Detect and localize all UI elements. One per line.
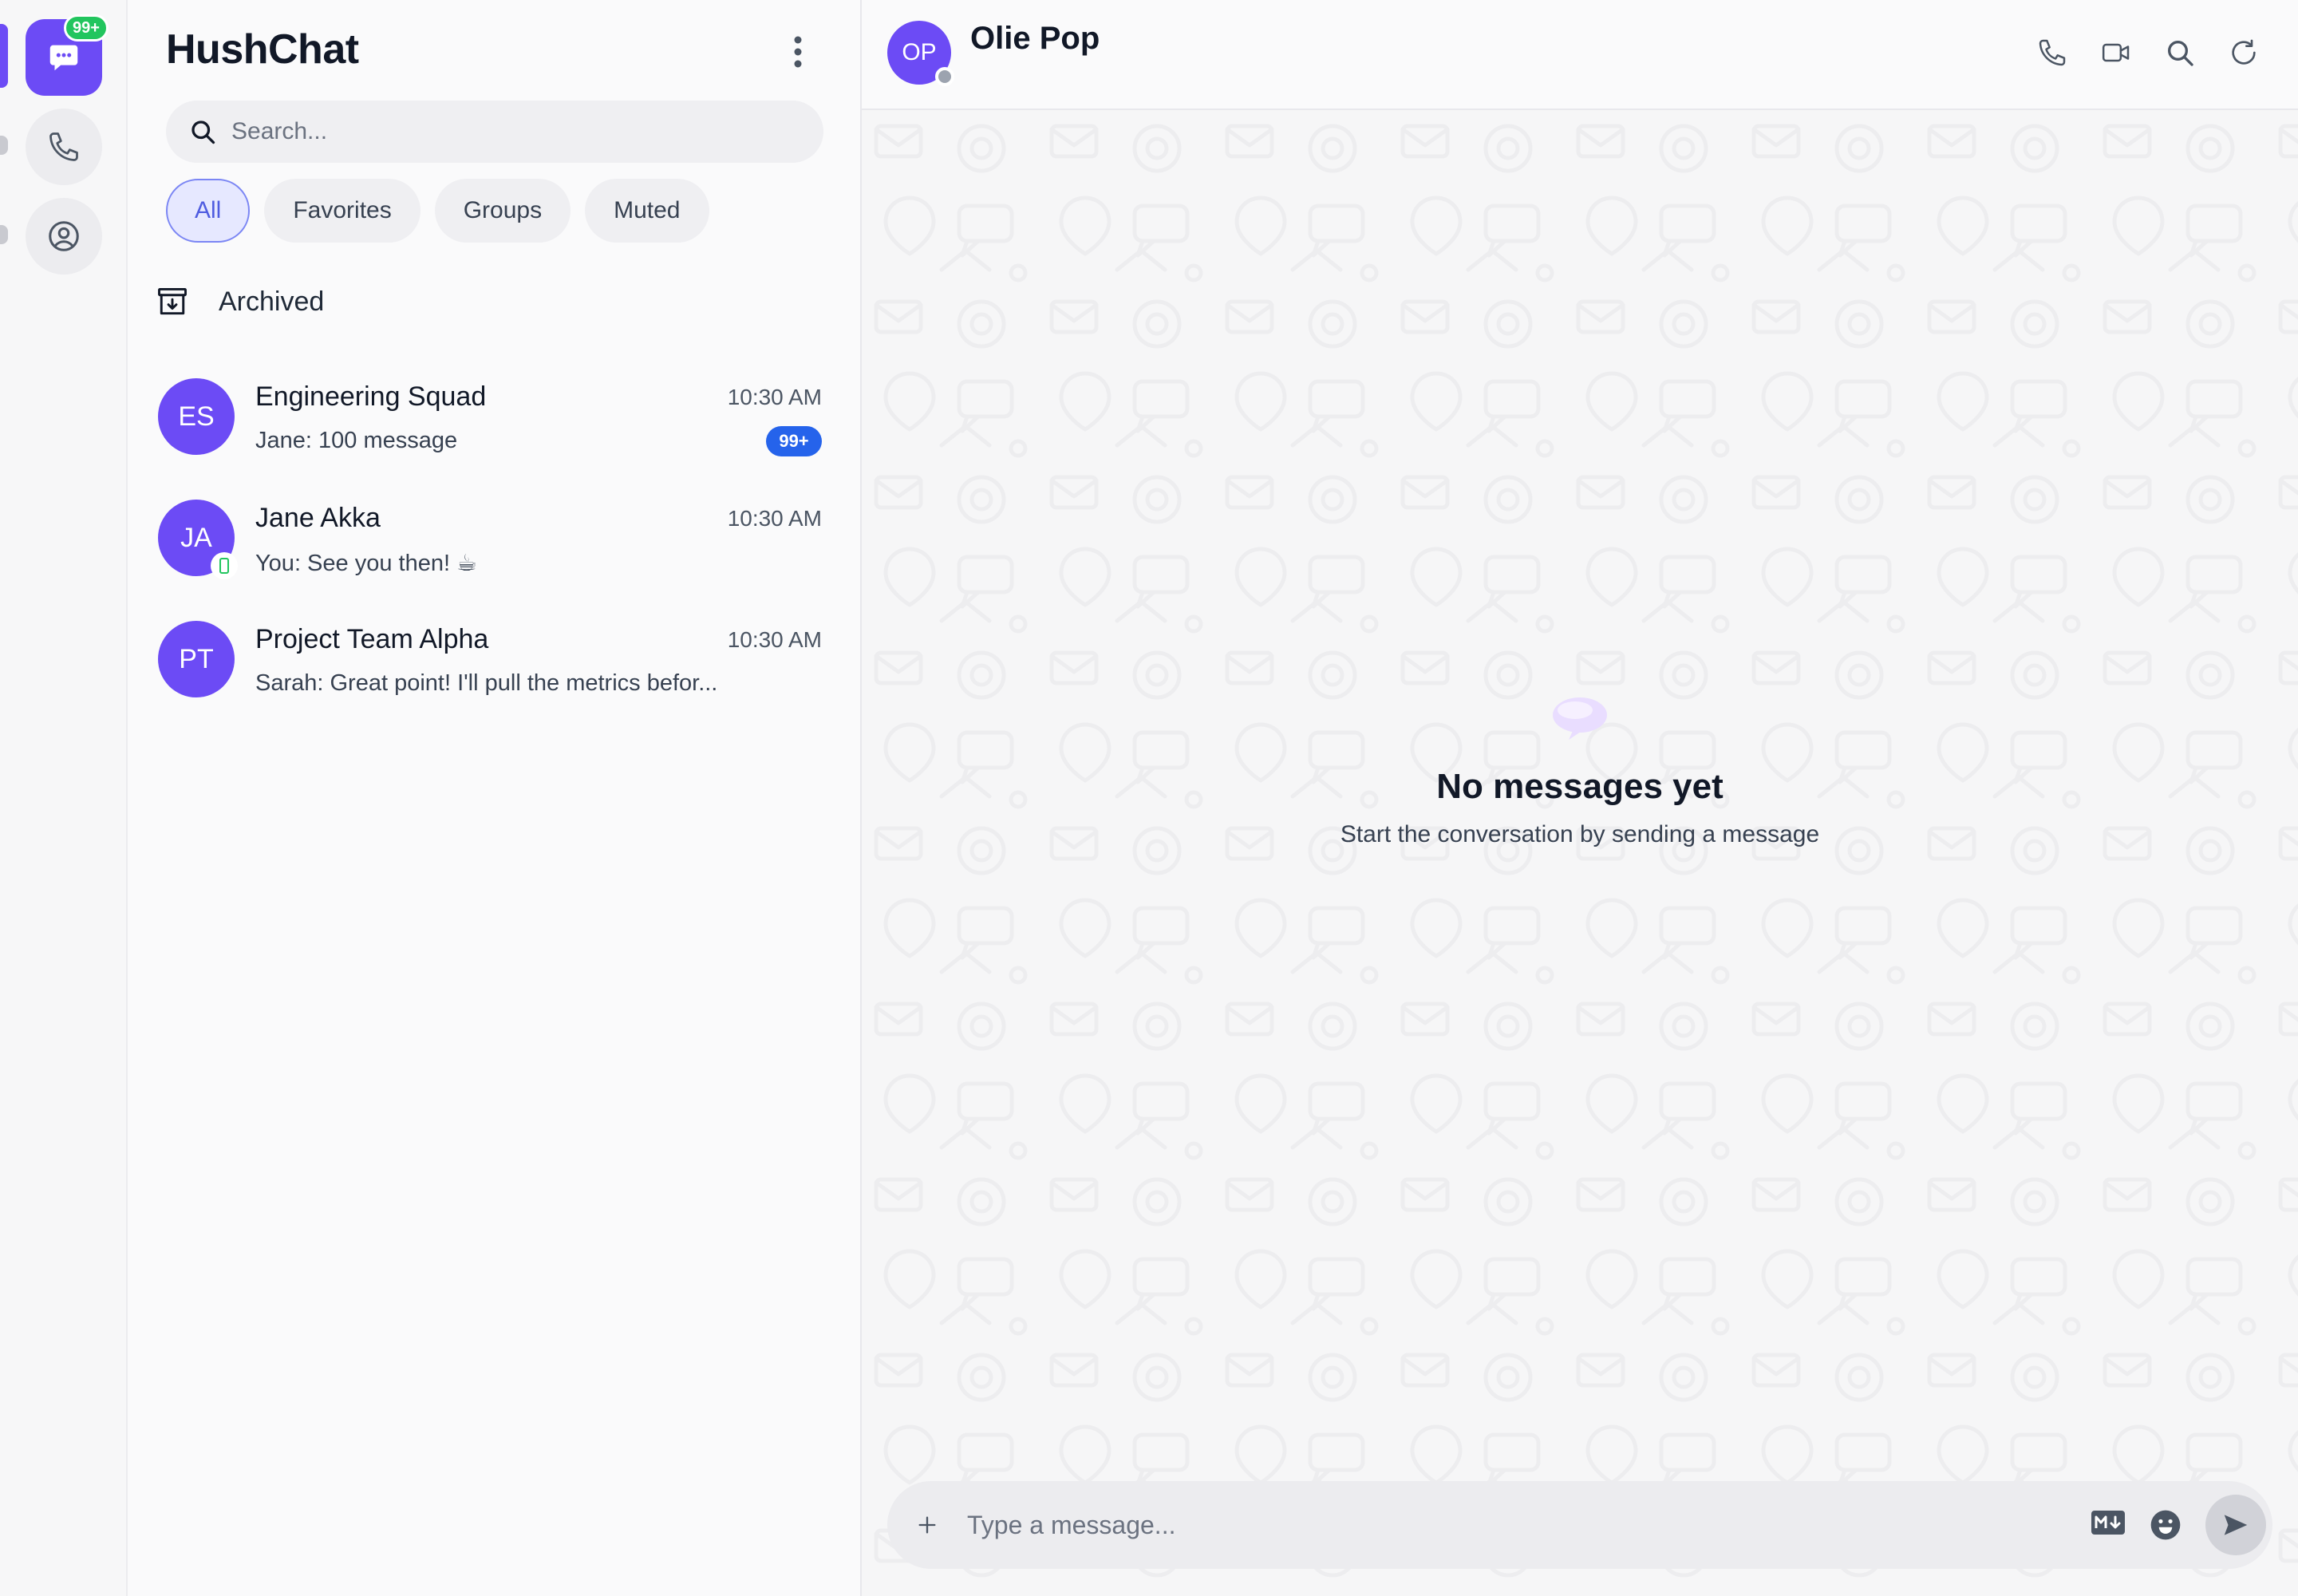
online-status-indicator [211,552,238,579]
mobile-device-icon [219,558,229,574]
empty-state: No messages yet Start the conversation b… [862,694,2298,848]
rail-calls-button[interactable] [26,109,102,185]
speech-bubble-icon [1553,697,1607,740]
conversation-preview: Jane: 100 message [255,428,458,453]
refresh-icon [2232,39,2256,65]
search-icon [192,120,215,144]
conversation-time: 10:30 AM [727,506,822,531]
search-bar [166,101,823,163]
conversation-name: Project Team Alpha [255,624,489,654]
attach-button[interactable] [908,1506,946,1544]
message-composer [887,1481,2272,1569]
search-messages-button[interactable] [2164,37,2196,69]
conversation-preview: Sarah: Great point! I'll pull the metric… [255,670,718,696]
avatar: ES [158,378,235,455]
filter-chip-muted[interactable]: Muted [585,179,709,243]
filter-chip-all[interactable]: All [166,179,251,243]
active-indicator [0,24,8,88]
doodle-background [862,110,2298,1596]
filter-chips: All Favorites Groups Muted [166,179,709,243]
conversation-item[interactable]: PT Project Team Alpha 10:30 AM Sarah: Gr… [128,608,862,728]
filter-chip-favorites[interactable]: Favorites [264,179,421,243]
chat-pane: OP Olie Pop No messages yet Start the co… [862,0,2298,1596]
send-icon [2224,1515,2248,1535]
header-actions [2036,37,2260,69]
empty-state-subtitle: Start the conversation by sending a mess… [1340,821,1820,847]
emoji-icon [2150,1510,2181,1540]
markdown-toggle-button[interactable] [2091,1510,2126,1539]
conversation-name: Jane Akka [255,503,381,533]
markdown-icon [2091,1511,2125,1535]
rail-profile-button[interactable] [26,198,102,275]
search-icon [2168,41,2193,66]
conversation-name: Engineering Squad [255,381,487,412]
conversation-item[interactable]: ES Engineering Squad 10:30 AM Jane: 100 … [128,365,862,485]
archived-row[interactable]: Archived [155,284,324,319]
rail-indicator [0,136,8,155]
conversation-item[interactable]: JA Jane Akka 10:30 AM You: See you then!… [128,487,862,606]
video-icon [2102,43,2130,62]
chat-list-panel: HushChat All Favorites Groups Muted Arch… [128,0,862,1596]
voice-call-button[interactable] [2036,37,2068,69]
app-title: HushChat [166,26,359,73]
video-call-button[interactable] [2100,37,2132,69]
emoji-button[interactable] [2148,1507,2183,1547]
refresh-button[interactable] [2228,37,2260,69]
presence-indicator [935,67,954,86]
empty-state-title: No messages yet [1436,767,1724,806]
kebab-menu-icon [794,36,802,68]
filter-chip-groups[interactable]: Groups [434,179,571,243]
search-input[interactable] [231,118,790,145]
archive-icon [158,287,187,315]
user-circle-icon [49,221,79,251]
more-options-button[interactable] [782,32,814,72]
unread-badge: 99+ [766,426,822,456]
send-button[interactable] [2205,1495,2266,1555]
phone-icon [2039,39,2066,66]
avatar: PT [158,621,235,697]
conversation-time: 10:30 AM [727,627,822,652]
contact-name[interactable]: Olie Pop [970,21,1100,57]
chat-header: OP Olie Pop [862,0,2298,110]
rail-indicator [0,225,8,244]
message-input[interactable] [967,1503,1988,1547]
phone-icon [49,132,78,161]
chat-bubble-icon [49,45,78,71]
nav-rail: 99+ [0,0,128,1596]
plus-icon [918,1516,936,1534]
conversation-time: 10:30 AM [727,385,822,409]
conversation-preview: You: See you then! ☕ [255,551,478,576]
chats-count-badge: 99+ [64,14,109,41]
archived-label: Archived [219,286,325,317]
